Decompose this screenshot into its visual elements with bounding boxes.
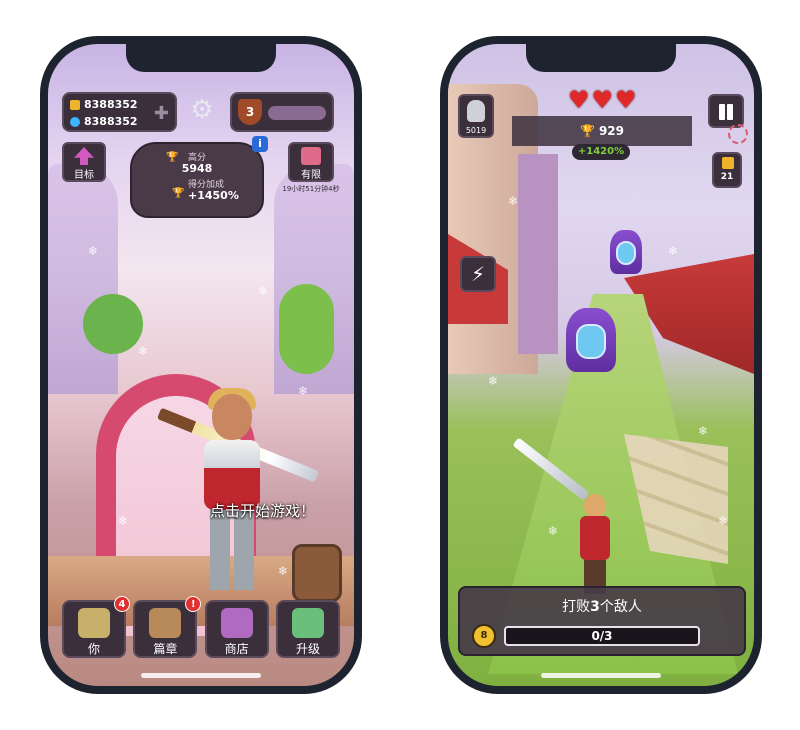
snowflake-icon: ❄ xyxy=(138,344,149,358)
tower-background-2 xyxy=(518,154,558,354)
enemy-belly xyxy=(576,324,606,360)
mission-title: 打败3个敌人 xyxy=(460,596,744,616)
barrel xyxy=(292,544,342,602)
chapter-icon xyxy=(149,608,182,638)
mission-panel: 打败3个敌人 8 0/3 xyxy=(458,586,746,656)
mission-title-number: 3 xyxy=(590,599,600,615)
mission-progress-text: 0/3 xyxy=(591,629,613,643)
nav-label: 你 xyxy=(87,642,100,656)
coin-pickup-value: 21 xyxy=(720,172,734,182)
hero-head xyxy=(212,394,252,440)
castle-background-left xyxy=(48,164,118,394)
heart-icon: ♥ xyxy=(568,86,590,114)
mission-title-suffix: 个敌人 xyxy=(599,599,642,615)
snowflake-icon: ❄ xyxy=(668,244,679,258)
snowflake-icon: ❄ xyxy=(698,424,709,438)
level-shield-icon: 3 xyxy=(238,99,262,125)
armor-value: 5019 xyxy=(465,126,487,135)
snowflake-icon: ❄ xyxy=(258,284,269,298)
enemy-belly xyxy=(616,241,636,266)
goals-button[interactable]: 目标 xyxy=(62,142,106,182)
currency-panel[interactable]: 8388352 8388352 ✚ xyxy=(62,92,177,132)
coin-icon xyxy=(70,99,80,110)
snowflake-icon: ❄ xyxy=(488,374,499,388)
right-phone: 5019 🏆 929 ♥ ♥ ♥ +1420% 21 ⚡ 打败3个敌人 8 0/3 xyxy=(440,36,762,694)
mission-title-prefix: 打败 xyxy=(562,599,591,615)
helmet-icon xyxy=(467,100,485,122)
lives-hearts: ♥ ♥ ♥ xyxy=(568,88,637,112)
tap-to-start-text[interactable]: 点击开始游戏！ xyxy=(210,500,315,521)
lightning-power-button[interactable]: ⚡ xyxy=(460,256,496,292)
limited-label: 有限 xyxy=(301,170,321,181)
armor-button[interactable]: 5019 xyxy=(458,94,494,138)
foliage-right xyxy=(279,284,334,374)
level-panel[interactable]: 3 xyxy=(230,92,334,132)
mission-progress-bar: 0/3 xyxy=(504,626,700,646)
hero-character[interactable] xyxy=(198,388,268,594)
bonus-trophy-icon: 🏆 xyxy=(172,188,185,199)
hero-legs xyxy=(210,510,254,590)
nav-label: 篇章 xyxy=(153,642,178,656)
home-indicator[interactable] xyxy=(541,673,661,678)
settings-gear-icon[interactable]: ⚙ xyxy=(188,96,216,124)
limited-event-button[interactable]: 有限 xyxy=(288,142,334,182)
goals-label: 目标 xyxy=(74,170,94,181)
high-score-value: 5948 xyxy=(181,162,213,175)
runner-head xyxy=(584,494,606,518)
trophy-icon: 🏆 xyxy=(579,124,595,138)
phone-notch xyxy=(126,44,276,72)
score-value: 929 xyxy=(598,124,624,138)
pause-button[interactable] xyxy=(708,94,744,128)
left-phone: 8388352 8388352 ✚ ⚙ 3 目标 i 🏆 高分 5948 🏆 得… xyxy=(40,36,362,694)
bottom-nav: 4 你 ! 篇章 商店 升级 xyxy=(62,596,340,658)
level-progress-bar xyxy=(268,106,326,120)
runner-character xyxy=(576,494,612,594)
coins-value: 8388352 xyxy=(84,98,138,111)
enemy-monster-far xyxy=(610,230,642,274)
hero-icon xyxy=(78,608,110,638)
limited-timer: 19小时51分钟4秒 xyxy=(282,185,340,193)
add-currency-icon[interactable]: ✚ xyxy=(154,103,169,124)
gems-value: 8388352 xyxy=(84,115,138,128)
home-indicator[interactable] xyxy=(141,673,261,678)
nav-shop-button[interactable]: 商店 xyxy=(204,600,269,658)
phone-notch xyxy=(526,44,676,72)
gameplay-screen[interactable]: 5019 🏆 929 ♥ ♥ ♥ +1420% 21 ⚡ 打败3个敌人 8 0/3 xyxy=(448,44,754,686)
alert-badge: ! xyxy=(185,596,202,612)
target-ring-icon xyxy=(728,124,748,144)
notification-badge: 4 xyxy=(114,596,130,612)
score-strip: 🏆 929 xyxy=(512,116,692,146)
score-panel: i 🏆 高分 5948 🏆 得分加成 +1450% xyxy=(130,136,268,218)
goal-arrow-icon xyxy=(74,147,94,165)
nav-label: 商店 xyxy=(224,642,249,656)
nav-chapters-button[interactable]: ! 篇章 xyxy=(133,596,202,658)
coin-icon xyxy=(722,157,734,169)
heart-icon: ♥ xyxy=(615,86,637,114)
score-bonus-pill: +1420% xyxy=(572,144,630,160)
nav-you-button[interactable]: 4 你 xyxy=(62,596,130,658)
heart-icon: ♥ xyxy=(591,86,614,114)
upgrade-icon xyxy=(291,608,324,638)
enemy-monster-near xyxy=(566,308,616,372)
score-bonus-value: +1450% xyxy=(188,189,239,202)
gem-icon xyxy=(70,116,80,127)
runner-body xyxy=(580,516,610,560)
nav-label: 升级 xyxy=(295,642,320,656)
nav-upgrade-button[interactable]: 升级 xyxy=(275,600,340,658)
mission-medal-icon: 8 xyxy=(472,624,496,648)
coin-pickup-counter: 21 xyxy=(712,152,742,188)
shop-icon xyxy=(220,608,253,638)
limited-chest-icon xyxy=(301,147,321,165)
foliage-left xyxy=(83,294,143,354)
main-menu-screen[interactable]: 8388352 8388352 ✚ ⚙ 3 目标 i 🏆 高分 5948 🏆 得… xyxy=(48,44,354,686)
